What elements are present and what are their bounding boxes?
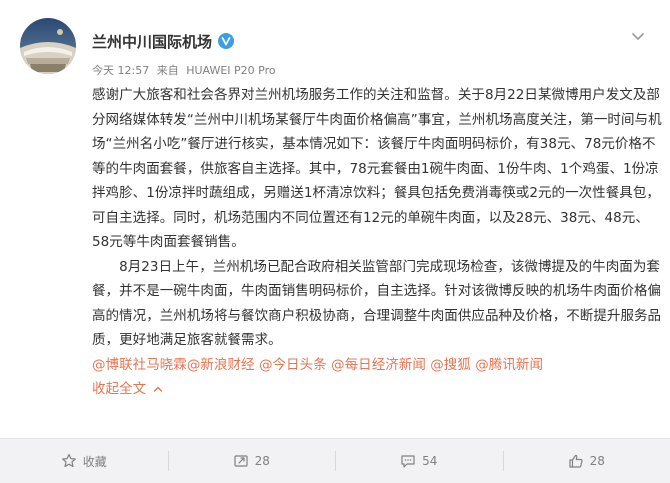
weibo-post-card: 兰州中川国际机场 今天 12:57 来自 HUAWEI P20 Pro 感谢广大…	[0, 0, 670, 482]
comment-icon	[400, 453, 416, 469]
repost-icon	[233, 453, 249, 469]
repost-count: 28	[255, 454, 270, 468]
account-name-row: 兰州中川国际机场	[92, 30, 234, 52]
airport-avatar-image	[20, 18, 76, 74]
comment-button[interactable]: 54	[335, 439, 503, 483]
mention-link[interactable]: @搜狐	[430, 357, 471, 373]
account-name[interactable]: 兰州中川国际机场	[92, 31, 212, 52]
mention-link[interactable]: @博联社马晓霖	[92, 357, 187, 373]
post-content: 感谢广大旅客和社会各界对兰州机场服务工作的关注和监督。关于8月22日某微博用户发…	[92, 83, 662, 402]
repost-button[interactable]: 28	[168, 439, 336, 483]
mention-link[interactable]: @每日经济新闻	[331, 357, 426, 373]
thumbs-up-icon	[568, 453, 584, 469]
favorite-button[interactable]: 收藏	[0, 439, 168, 483]
collapse-full-text-link[interactable]: 收起全文	[92, 377, 662, 402]
post-paragraph-2: 8月23日上午，兰州机场已配合政府相关监管部门完成现场检查，该微博提及的牛肉面为…	[92, 255, 662, 353]
source-prefix: 来自	[157, 64, 179, 77]
avatar[interactable]	[20, 18, 76, 74]
mention-list: @博联社马晓霖@新浪财经 @今日头条 @每日经济新闻 @搜狐 @腾讯新闻	[92, 353, 662, 378]
chevron-up-icon	[153, 384, 163, 394]
mention-link[interactable]: @新浪财经	[187, 357, 255, 373]
star-icon	[61, 453, 77, 469]
verified-badge-icon	[218, 33, 234, 49]
post-time[interactable]: 今天 12:57	[92, 64, 149, 77]
comment-count: 54	[422, 454, 437, 468]
post-source[interactable]: HUAWEI P20 Pro	[186, 64, 275, 77]
like-button[interactable]: 28	[503, 439, 670, 483]
chevron-down-icon[interactable]	[630, 28, 646, 44]
action-bar: 收藏 28 54 28	[0, 438, 670, 483]
mention-link[interactable]: @腾讯新闻	[475, 357, 543, 373]
mention-link[interactable]: @今日头条	[259, 357, 327, 373]
favorite-label: 收藏	[83, 453, 107, 470]
collapse-label: 收起全文	[92, 381, 146, 397]
post-meta: 今天 12:57 来自 HUAWEI P20 Pro	[92, 62, 276, 78]
post-paragraph-1: 感谢广大旅客和社会各界对兰州机场服务工作的关注和监督。关于8月22日某微博用户发…	[92, 83, 662, 255]
like-count: 28	[590, 454, 605, 468]
